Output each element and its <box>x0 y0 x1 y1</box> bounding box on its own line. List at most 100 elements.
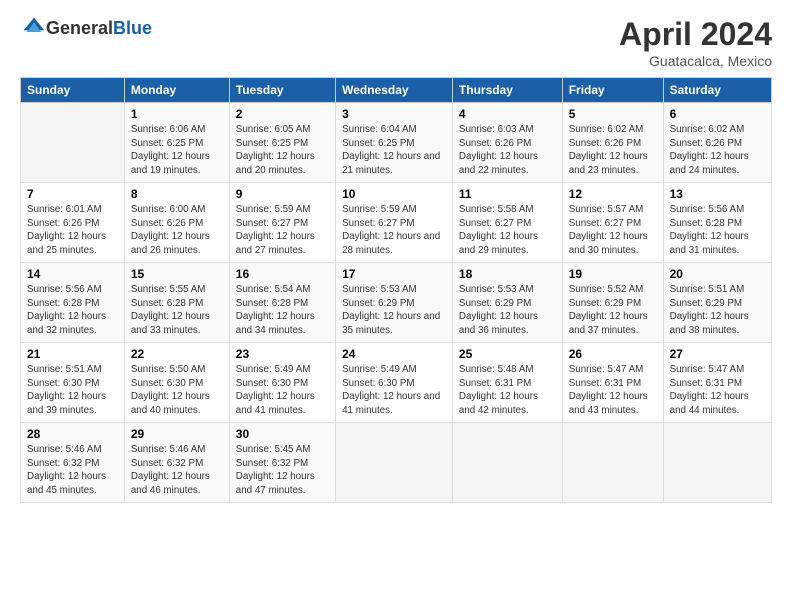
header: GeneralBlue April 2024 Guatacalca, Mexic… <box>20 16 772 69</box>
day-number: 1 <box>131 107 223 121</box>
cell-info: Sunrise: 5:53 AMSunset: 6:29 PMDaylight:… <box>459 283 556 338</box>
day-number: 21 <box>27 347 118 361</box>
calendar-cell: 5Sunrise: 6:02 AMSunset: 6:26 PMDaylight… <box>562 103 663 183</box>
calendar-cell: 26 Sunrise: 5:47 AMSunset: 6:31 PMDayligh… <box>562 343 663 423</box>
day-number: 25 <box>459 347 556 361</box>
day-number: 26 <box>569 347 657 361</box>
day-number: 28 <box>27 427 118 441</box>
header-day-friday: Friday <box>562 78 663 103</box>
calendar-cell: 21 Sunrise: 5:51 AMSunset: 6:30 PMDayligh… <box>21 343 125 423</box>
day-number: 9 <box>236 187 329 201</box>
cell-info: Sunrise: 5:51 AMSunset: 6:30 PMDaylight:… <box>27 363 118 418</box>
calendar-cell: 16Sunrise: 5:54 AMSunset: 6:28 PMDayligh… <box>229 263 335 343</box>
calendar-cell: 4 Sunrise: 6:03 AMSunset: 6:26 PMDaylight… <box>452 103 562 183</box>
header-day-tuesday: Tuesday <box>229 78 335 103</box>
header-day-sunday: Sunday <box>21 78 125 103</box>
day-number: 10 <box>342 187 446 201</box>
day-number: 14 <box>27 267 118 281</box>
calendar-cell: 8 Sunrise: 6:00 AMSunset: 6:26 PMDaylight… <box>124 183 229 263</box>
calendar-cell: 7 Sunrise: 6:01 AMSunset: 6:26 PMDaylight… <box>21 183 125 263</box>
calendar-cell: 30Sunrise: 5:45 AMSunset: 6:32 PMDayligh… <box>229 423 335 503</box>
calendar-cell: 2 Sunrise: 6:05 AMSunset: 6:25 PMDaylight… <box>229 103 335 183</box>
day-number: 20 <box>670 267 765 281</box>
calendar-cell: 3 Sunrise: 6:04 AMSunset: 6:25 PMDaylight… <box>336 103 453 183</box>
calendar-cell: 29 Sunrise: 5:46 AMSunset: 6:32 PMDayligh… <box>124 423 229 503</box>
calendar-cell: 11Sunrise: 5:58 AMSunset: 6:27 PMDayligh… <box>452 183 562 263</box>
day-number: 2 <box>236 107 329 121</box>
calendar-cell: 24 Sunrise: 5:49 AMSunset: 6:30 PMDayligh… <box>336 343 453 423</box>
calendar-cell <box>336 423 453 503</box>
calendar-cell: 22Sunrise: 5:50 AMSunset: 6:30 PMDayligh… <box>124 343 229 423</box>
day-number: 18 <box>459 267 556 281</box>
calendar-cell <box>21 103 125 183</box>
day-number: 7 <box>27 187 118 201</box>
logo-general: General <box>46 18 113 38</box>
location: Guatacalca, Mexico <box>619 53 772 69</box>
day-number: 29 <box>131 427 223 441</box>
cell-info: Sunrise: 5:58 AMSunset: 6:27 PMDaylight:… <box>459 203 556 258</box>
logo-icon <box>22 16 46 40</box>
week-row-3: 14 Sunrise: 5:56 AMSunset: 6:28 PMDayligh… <box>21 263 772 343</box>
header-day-monday: Monday <box>124 78 229 103</box>
cell-info: Sunrise: 5:51 AMSunset: 6:29 PMDaylight:… <box>670 283 765 338</box>
calendar-cell: 10Sunrise: 5:59 AMSunset: 6:27 PMDayligh… <box>336 183 453 263</box>
cell-info: Sunrise: 5:56 AMSunset: 6:28 PMDaylight:… <box>670 203 765 258</box>
day-number: 23 <box>236 347 329 361</box>
cell-info: Sunrise: 5:46 AMSunset: 6:32 PMDaylight:… <box>27 443 118 498</box>
day-number: 15 <box>131 267 223 281</box>
calendar-cell: 18 Sunrise: 5:53 AMSunset: 6:29 PMDayligh… <box>452 263 562 343</box>
cell-info: Sunrise: 5:50 AMSunset: 6:30 PMDaylight:… <box>131 363 223 418</box>
calendar-cell <box>452 423 562 503</box>
cell-info: Sunrise: 5:56 AMSunset: 6:28 PMDaylight:… <box>27 283 118 338</box>
calendar-cell: 28 Sunrise: 5:46 AMSunset: 6:32 PMDayligh… <box>21 423 125 503</box>
cell-info: Sunrise: 5:45 AMSunset: 6:32 PMDaylight:… <box>236 443 329 498</box>
cell-info: Sunrise: 6:01 AMSunset: 6:26 PMDaylight:… <box>27 203 118 258</box>
cell-info: Sunrise: 5:48 AMSunset: 6:31 PMDaylight:… <box>459 363 556 418</box>
cell-info: Sunrise: 6:06 AMSunset: 6:25 PMDaylight:… <box>131 123 223 178</box>
header-day-saturday: Saturday <box>663 78 771 103</box>
cell-info: Sunrise: 5:49 AMSunset: 6:30 PMDaylight:… <box>342 363 446 418</box>
calendar-cell: 27 Sunrise: 5:47 AMSunset: 6:31 PMDayligh… <box>663 343 771 423</box>
cell-info: Sunrise: 5:47 AMSunset: 6:31 PMDaylight:… <box>670 363 765 418</box>
cell-info: Sunrise: 5:46 AMSunset: 6:32 PMDaylight:… <box>131 443 223 498</box>
cell-info: Sunrise: 6:02 AMSunset: 6:26 PMDaylight:… <box>670 123 765 178</box>
day-number: 24 <box>342 347 446 361</box>
day-number: 6 <box>670 107 765 121</box>
calendar-cell: 6 Sunrise: 6:02 AMSunset: 6:26 PMDaylight… <box>663 103 771 183</box>
day-number: 16 <box>236 267 329 281</box>
day-number: 19 <box>569 267 657 281</box>
day-number: 27 <box>670 347 765 361</box>
calendar-cell: 23Sunrise: 5:49 AMSunset: 6:30 PMDayligh… <box>229 343 335 423</box>
header-day-thursday: Thursday <box>452 78 562 103</box>
day-number: 17 <box>342 267 446 281</box>
month-year: April 2024 <box>619 16 772 53</box>
day-number: 3 <box>342 107 446 121</box>
week-row-5: 28 Sunrise: 5:46 AMSunset: 6:32 PMDayligh… <box>21 423 772 503</box>
day-number: 5 <box>569 107 657 121</box>
cell-info: Sunrise: 6:05 AMSunset: 6:25 PMDaylight:… <box>236 123 329 178</box>
week-row-2: 7 Sunrise: 6:01 AMSunset: 6:26 PMDaylight… <box>21 183 772 263</box>
page-container: GeneralBlue April 2024 Guatacalca, Mexic… <box>0 0 792 513</box>
calendar-cell: 17 Sunrise: 5:53 AMSunset: 6:29 PMDayligh… <box>336 263 453 343</box>
calendar-cell <box>663 423 771 503</box>
header-row: SundayMondayTuesdayWednesdayThursdayFrid… <box>21 78 772 103</box>
day-number: 13 <box>670 187 765 201</box>
cell-info: Sunrise: 6:00 AMSunset: 6:26 PMDaylight:… <box>131 203 223 258</box>
logo-blue: Blue <box>113 18 152 38</box>
cell-info: Sunrise: 5:57 AMSunset: 6:27 PMDaylight:… <box>569 203 657 258</box>
day-number: 4 <box>459 107 556 121</box>
calendar-cell <box>562 423 663 503</box>
title-block: April 2024 Guatacalca, Mexico <box>619 16 772 69</box>
cell-info: Sunrise: 6:04 AMSunset: 6:25 PMDaylight:… <box>342 123 446 178</box>
header-day-wednesday: Wednesday <box>336 78 453 103</box>
day-number: 8 <box>131 187 223 201</box>
calendar-cell: 15Sunrise: 5:55 AMSunset: 6:28 PMDayligh… <box>124 263 229 343</box>
calendar-cell: 25 Sunrise: 5:48 AMSunset: 6:31 PMDayligh… <box>452 343 562 423</box>
cell-info: Sunrise: 5:53 AMSunset: 6:29 PMDaylight:… <box>342 283 446 338</box>
week-row-1: 1 Sunrise: 6:06 AMSunset: 6:25 PMDaylight… <box>21 103 772 183</box>
calendar-cell: 20 Sunrise: 5:51 AMSunset: 6:29 PMDayligh… <box>663 263 771 343</box>
cell-info: Sunrise: 6:03 AMSunset: 6:26 PMDaylight:… <box>459 123 556 178</box>
calendar-cell: 19Sunrise: 5:52 AMSunset: 6:29 PMDayligh… <box>562 263 663 343</box>
cell-info: Sunrise: 5:59 AMSunset: 6:27 PMDaylight:… <box>236 203 329 258</box>
cell-info: Sunrise: 5:47 AMSunset: 6:31 PMDaylight:… <box>569 363 657 418</box>
